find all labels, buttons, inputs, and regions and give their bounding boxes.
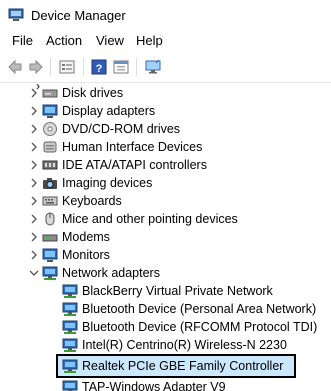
camera-icon [43,178,57,189]
chevron-right-icon[interactable] [26,103,42,119]
display-adapter-icon [42,104,58,118]
help-icon[interactable]: ? [90,58,108,76]
tree-item-label: Bluetooth Device (RFCOMM Protocol TDI) [82,320,318,334]
network-adapter-item[interactable]: BlackBerry Virtual Private Network [62,282,273,300]
menu-help[interactable]: Help [136,33,163,48]
tree-item-label: Modems [62,230,110,244]
tree-item-label: Imaging devices [62,176,153,190]
tree-item-label: Monitors [62,248,110,262]
chevron-down-icon[interactable] [26,265,42,281]
menu-view[interactable]: View [96,33,124,48]
network-adapter-icon [42,266,58,280]
tree-item-imaging-devices[interactable]: Imaging devices [26,174,152,192]
toolbar-separator [50,58,51,76]
chevron-right-icon[interactable] [26,121,42,137]
tree-item-keyboards[interactable]: Keyboards [26,192,122,210]
tree-item-disk-drives[interactable]: Disk drives [26,84,123,102]
svg-text:?: ? [96,63,103,75]
tree-item-label: TAP-Windows Adapter V9 [82,380,226,391]
modem-icon [42,234,58,242]
dvd-drive-icon [43,122,57,136]
tree-item-label: Human Interface Devices [62,140,203,154]
network-adapter-icon [62,338,78,352]
device-manager-icon [8,8,24,21]
network-adapter-icon [62,320,78,334]
chevron-right-icon[interactable] [26,247,42,263]
tree-item-label: Disk drives [62,86,124,100]
network-adapter-item[interactable]: TAP-Windows Adapter V9 [62,378,226,391]
monitor-icon [42,248,58,262]
tree-item-label: Keyboards [62,194,122,208]
title-bar: Device Manager [0,0,331,30]
menu-file[interactable]: File [12,33,33,48]
view-icon[interactable] [112,58,130,76]
network-adapter-item-selected[interactable]: Realtek PCIe GBE Family Controller [62,357,283,375]
chevron-right-icon[interactable] [26,229,42,245]
mouse-icon [45,212,55,226]
tree-item-label: Display adapters [62,104,156,118]
tree-item-label: DVD/CD-ROM drives [62,122,181,136]
tree-item-display-adapters[interactable]: Display adapters [26,102,155,120]
chevron-right-icon[interactable] [26,211,42,227]
menu-bar: File Action View Help [0,33,331,53]
chevron-right-icon[interactable] [26,157,42,173]
chevron-right-icon[interactable] [26,139,42,155]
back-arrow-icon[interactable] [6,58,24,76]
chevron-right-icon[interactable] [26,85,42,101]
network-adapter-icon [62,359,78,373]
network-adapter-icon [62,380,78,391]
forward-arrow-icon[interactable] [27,58,45,76]
network-adapter-item[interactable]: Intel(R) Centrino(R) Wireless-N 2230 [62,336,287,354]
tree-item-label: Realtek PCIe GBE Family Controller [82,359,284,373]
network-adapter-item[interactable]: Bluetooth Device (Personal Area Network) [62,300,316,318]
hid-icon [43,141,57,153]
toolbar: ? [0,55,331,79]
chevron-right-icon[interactable] [26,175,42,191]
tree-item-label: Bluetooth Device (Personal Area Network) [82,302,317,316]
keyboard-icon [42,196,58,206]
toolbar-separator [83,58,84,76]
tree-item-label: IDE ATA/ATAPI controllers [62,158,207,172]
properties-icon[interactable] [58,58,76,76]
ide-controller-icon [42,160,58,170]
device-tree[interactable]: › Disk drives Display adapters DVD/CD-RO… [0,83,331,391]
tree-item-label: BlackBerry Virtual Private Network [82,284,273,298]
network-adapter-icon [62,302,78,316]
network-adapter-icon [62,284,78,298]
tree-item-mice[interactable]: Mice and other pointing devices [26,210,238,228]
network-adapter-item[interactable]: Bluetooth Device (RFCOMM Protocol TDI) [62,318,317,336]
menu-action[interactable]: Action [46,33,82,48]
monitor-icon[interactable] [144,58,162,76]
tree-item-ide-ata-atapi-controllers[interactable]: IDE ATA/ATAPI controllers [26,156,207,174]
toolbar-separator [136,58,137,76]
tree-item-monitors[interactable]: Monitors [26,246,110,264]
tree-item-network-adapters[interactable]: Network adapters [26,264,160,282]
tree-item-label: Network adapters [62,266,160,280]
tree-item-modems[interactable]: Modems [26,228,110,246]
tree-item-label: Intel(R) Centrino(R) Wireless-N 2230 [82,338,287,352]
tree-item-human-interface-devices[interactable]: Human Interface Devices [26,138,202,156]
tree-item-dvd-cd-rom-drives[interactable]: DVD/CD-ROM drives [26,120,180,138]
chevron-right-icon[interactable] [26,193,42,209]
disk-drive-icon [42,89,58,98]
window-title: Device Manager [31,8,126,23]
tree-item-label: Mice and other pointing devices [62,212,238,226]
